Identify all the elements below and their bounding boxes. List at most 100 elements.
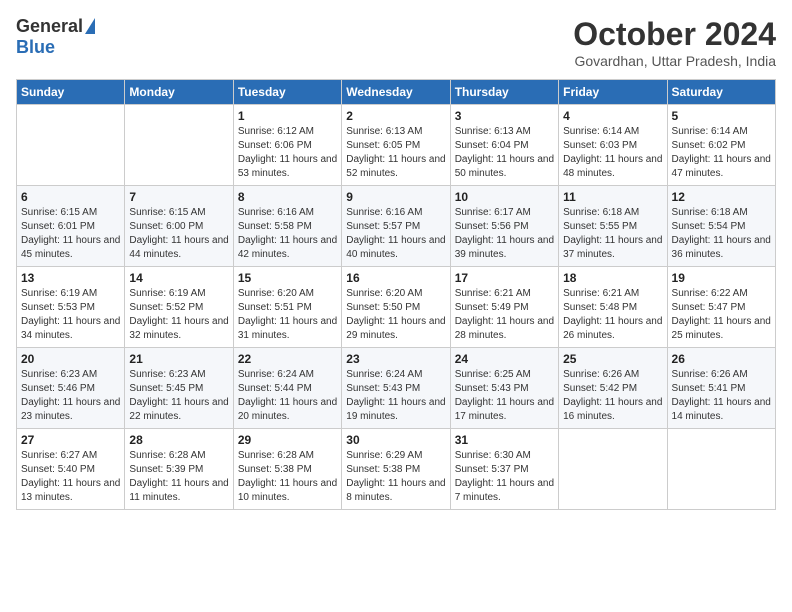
day-info: Sunrise: 6:24 AM Sunset: 5:44 PM Dayligh… (238, 368, 337, 424)
day-number: 18 (563, 271, 662, 285)
calendar-header-tuesday: Tuesday (233, 80, 341, 105)
calendar-cell: 17 Sunrise: 6:21 AM Sunset: 5:49 PM Dayli… (450, 267, 558, 348)
day-number: 11 (563, 190, 662, 204)
day-info: Sunrise: 6:16 AM Sunset: 5:57 PM Dayligh… (346, 206, 445, 262)
day-info: Sunrise: 6:25 AM Sunset: 5:43 PM Dayligh… (455, 368, 554, 424)
calendar-cell: 22 Sunrise: 6:24 AM Sunset: 5:44 PM Dayli… (233, 348, 341, 429)
calendar-cell: 15Sunrise: 6:20 AM Sunset: 5:51 PM Dayli… (233, 267, 341, 348)
calendar-cell: 3Sunrise: 6:13 AM Sunset: 6:04 PM Daylig… (450, 105, 558, 186)
day-info: Sunrise: 6:28 AM Sunset: 5:38 PM Dayligh… (238, 449, 337, 505)
day-info: Sunrise: 6:20 AM Sunset: 5:50 PM Dayligh… (346, 287, 445, 343)
day-number: 26 (672, 352, 771, 366)
calendar-cell: 24 Sunrise: 6:25 AM Sunset: 5:43 PM Dayli… (450, 348, 558, 429)
calendar-cell: 4 Sunrise: 6:14 AM Sunset: 6:03 PM Daylig… (559, 105, 667, 186)
calendar-cell (125, 105, 233, 186)
calendar-header-saturday: Saturday (667, 80, 775, 105)
calendar-cell: 6 Sunrise: 6:15 AM Sunset: 6:01 PM Daylig… (17, 186, 125, 267)
day-number: 22 (238, 352, 337, 366)
day-info: Sunrise: 6:19 AM Sunset: 5:52 PM Dayligh… (129, 287, 228, 343)
day-info: Sunrise: 6:14 AM Sunset: 6:02 PM Dayligh… (672, 125, 771, 181)
day-number: 24 (455, 352, 554, 366)
logo-general-text: General (16, 16, 83, 37)
calendar-cell: 23 Sunrise: 6:24 AM Sunset: 5:43 PM Dayli… (342, 348, 450, 429)
day-number: 13 (21, 271, 120, 285)
calendar-cell: 26 Sunrise: 6:26 AM Sunset: 5:41 PM Dayli… (667, 348, 775, 429)
day-info: Sunrise: 6:26 AM Sunset: 5:41 PM Dayligh… (672, 368, 771, 424)
day-info: Sunrise: 6:15 AM Sunset: 6:00 PM Dayligh… (129, 206, 228, 262)
day-number: 30 (346, 433, 445, 447)
day-number: 9 (346, 190, 445, 204)
day-number: 29 (238, 433, 337, 447)
calendar-cell: 25Sunrise: 6:26 AM Sunset: 5:42 PM Dayli… (559, 348, 667, 429)
day-info: Sunrise: 6:22 AM Sunset: 5:47 PM Dayligh… (672, 287, 771, 343)
page-header: General Blue October 2024 Govardhan, Utt… (16, 16, 776, 69)
calendar-week-row: 13Sunrise: 6:19 AM Sunset: 5:53 PM Dayli… (17, 267, 776, 348)
title-section: October 2024 Govardhan, Uttar Pradesh, I… (573, 16, 776, 69)
day-info: Sunrise: 6:24 AM Sunset: 5:43 PM Dayligh… (346, 368, 445, 424)
location-text: Govardhan, Uttar Pradesh, India (573, 53, 776, 69)
logo: General Blue (16, 16, 95, 58)
day-number: 23 (346, 352, 445, 366)
day-info: Sunrise: 6:14 AM Sunset: 6:03 PM Dayligh… (563, 125, 662, 181)
calendar-week-row: 27Sunrise: 6:27 AM Sunset: 5:40 PM Dayli… (17, 429, 776, 510)
day-info: Sunrise: 6:26 AM Sunset: 5:42 PM Dayligh… (563, 368, 662, 424)
month-title: October 2024 (573, 16, 776, 53)
day-info: Sunrise: 6:21 AM Sunset: 5:48 PM Dayligh… (563, 287, 662, 343)
calendar-week-row: 1 Sunrise: 6:12 AM Sunset: 6:06 PM Daylig… (17, 105, 776, 186)
calendar-cell: 8 Sunrise: 6:16 AM Sunset: 5:58 PM Daylig… (233, 186, 341, 267)
day-number: 15 (238, 271, 337, 285)
day-info: Sunrise: 6:12 AM Sunset: 6:06 PM Dayligh… (238, 125, 337, 181)
day-number: 20 (21, 352, 120, 366)
calendar-cell: 9 Sunrise: 6:16 AM Sunset: 5:57 PM Daylig… (342, 186, 450, 267)
day-number: 21 (129, 352, 228, 366)
calendar-cell: 12 Sunrise: 6:18 AM Sunset: 5:54 PM Dayli… (667, 186, 775, 267)
calendar-cell: 20 Sunrise: 6:23 AM Sunset: 5:46 PM Dayli… (17, 348, 125, 429)
day-number: 17 (455, 271, 554, 285)
calendar-cell: 10 Sunrise: 6:17 AM Sunset: 5:56 PM Dayli… (450, 186, 558, 267)
calendar-cell: 21 Sunrise: 6:23 AM Sunset: 5:45 PM Dayli… (125, 348, 233, 429)
calendar-cell: 29 Sunrise: 6:28 AM Sunset: 5:38 PM Dayli… (233, 429, 341, 510)
day-number: 7 (129, 190, 228, 204)
day-info: Sunrise: 6:23 AM Sunset: 5:45 PM Dayligh… (129, 368, 228, 424)
day-info: Sunrise: 6:28 AM Sunset: 5:39 PM Dayligh… (129, 449, 228, 505)
calendar-cell: 2 Sunrise: 6:13 AM Sunset: 6:05 PM Daylig… (342, 105, 450, 186)
calendar-cell (17, 105, 125, 186)
day-info: Sunrise: 6:23 AM Sunset: 5:46 PM Dayligh… (21, 368, 120, 424)
day-number: 8 (238, 190, 337, 204)
calendar-cell: 11 Sunrise: 6:18 AM Sunset: 5:55 PM Dayli… (559, 186, 667, 267)
day-number: 1 (238, 109, 337, 123)
day-info: Sunrise: 6:18 AM Sunset: 5:54 PM Dayligh… (672, 206, 771, 262)
logo-triangle-icon (85, 18, 95, 34)
day-info: Sunrise: 6:15 AM Sunset: 6:01 PM Dayligh… (21, 206, 120, 262)
day-info: Sunrise: 6:17 AM Sunset: 5:56 PM Dayligh… (455, 206, 554, 262)
day-info: Sunrise: 6:13 AM Sunset: 6:04 PM Dayligh… (455, 125, 554, 181)
day-number: 14 (129, 271, 228, 285)
day-number: 5 (672, 109, 771, 123)
calendar-cell: 27Sunrise: 6:27 AM Sunset: 5:40 PM Dayli… (17, 429, 125, 510)
calendar-cell: 31Sunrise: 6:30 AM Sunset: 5:37 PM Dayli… (450, 429, 558, 510)
calendar-header-thursday: Thursday (450, 80, 558, 105)
day-number: 6 (21, 190, 120, 204)
day-number: 10 (455, 190, 554, 204)
calendar-cell: 1 Sunrise: 6:12 AM Sunset: 6:06 PM Daylig… (233, 105, 341, 186)
calendar-cell: 5 Sunrise: 6:14 AM Sunset: 6:02 PM Daylig… (667, 105, 775, 186)
day-info: Sunrise: 6:21 AM Sunset: 5:49 PM Dayligh… (455, 287, 554, 343)
day-number: 4 (563, 109, 662, 123)
calendar-header-friday: Friday (559, 80, 667, 105)
day-number: 2 (346, 109, 445, 123)
calendar-cell (667, 429, 775, 510)
day-info: Sunrise: 6:18 AM Sunset: 5:55 PM Dayligh… (563, 206, 662, 262)
calendar-cell: 19Sunrise: 6:22 AM Sunset: 5:47 PM Dayli… (667, 267, 775, 348)
day-number: 12 (672, 190, 771, 204)
day-info: Sunrise: 6:16 AM Sunset: 5:58 PM Dayligh… (238, 206, 337, 262)
calendar-week-row: 20 Sunrise: 6:23 AM Sunset: 5:46 PM Dayli… (17, 348, 776, 429)
day-info: Sunrise: 6:27 AM Sunset: 5:40 PM Dayligh… (21, 449, 120, 505)
calendar-cell (559, 429, 667, 510)
day-info: Sunrise: 6:13 AM Sunset: 6:05 PM Dayligh… (346, 125, 445, 181)
calendar-cell: 7 Sunrise: 6:15 AM Sunset: 6:00 PM Daylig… (125, 186, 233, 267)
calendar-header-wednesday: Wednesday (342, 80, 450, 105)
day-number: 31 (455, 433, 554, 447)
calendar-week-row: 6 Sunrise: 6:15 AM Sunset: 6:01 PM Daylig… (17, 186, 776, 267)
calendar-cell: 14 Sunrise: 6:19 AM Sunset: 5:52 PM Dayli… (125, 267, 233, 348)
day-number: 28 (129, 433, 228, 447)
